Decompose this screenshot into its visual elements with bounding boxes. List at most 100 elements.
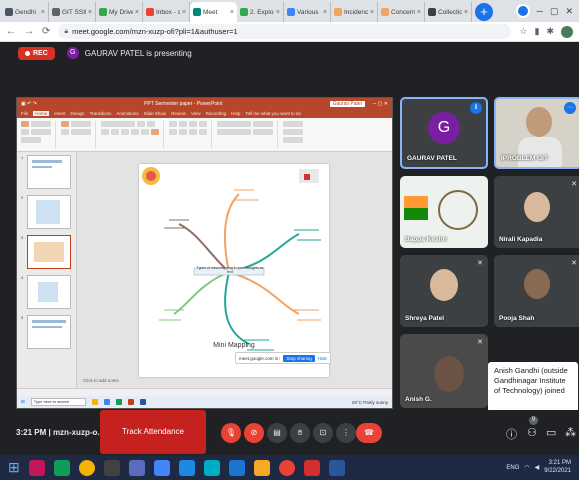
presenting-indicator: G GAURAV PATEL is presenting (66, 47, 192, 59)
browser-tab[interactable]: My Drive × (96, 2, 143, 22)
ppt-menu-item[interactable]: Tell me what you want to do (245, 111, 301, 116)
participant-avatar-photo (524, 269, 550, 299)
terminal-icon[interactable] (103, 459, 120, 476)
close-icon[interactable]: ✕ (565, 6, 573, 17)
chrome-active-icon[interactable] (278, 459, 295, 476)
camera-toggle-button[interactable]: ⊘ (244, 423, 264, 443)
browser-tab[interactable]: Gendhi × (2, 2, 49, 22)
system-clock[interactable]: 3:21 PM 9/22/2021 (544, 460, 571, 474)
store-icon[interactable] (228, 459, 245, 476)
shared-powerpoint-icon (127, 399, 134, 405)
star-icon[interactable]: ☆ (519, 26, 527, 37)
more-vert-icon: ⋮ (342, 428, 350, 437)
tab-close-icon[interactable]: × (88, 9, 92, 16)
edge-icon[interactable] (178, 459, 195, 476)
ppt-menu-item[interactable]: Slide Show (144, 111, 167, 116)
screen-share-notice: meet.google.com is sharing your screen. … (235, 352, 331, 364)
slide-thumbnail[interactable]: 4 (21, 275, 72, 309)
participant-tile[interactable]: ✕ Anish G. (400, 334, 488, 408)
shared-search-box: Type here to search (30, 398, 86, 406)
participant-tile[interactable]: ✕ Nirali Kapadia (494, 176, 579, 248)
slide-thumbnail[interactable]: 5 (21, 315, 72, 349)
ppt-menu-item[interactable]: File (21, 111, 28, 116)
wifi-icon[interactable]: ◠ (524, 464, 529, 471)
stop-sharing-button[interactable]: Stop sharing (283, 354, 315, 362)
profile-avatar[interactable] (561, 25, 573, 38)
leave-call-button[interactable]: ☎︎ (356, 423, 382, 443)
ppt-menu-item[interactable]: Transitions (90, 111, 112, 116)
hide-button[interactable]: Hide (318, 356, 327, 361)
tab-close-icon[interactable]: × (41, 9, 45, 16)
acrobat-icon[interactable] (303, 459, 320, 476)
browser-tab[interactable]: Incidenc × (331, 2, 378, 22)
tab-close-icon[interactable]: × (276, 9, 280, 16)
present-button[interactable]: ⊡ (313, 423, 333, 443)
word-doc-icon[interactable] (328, 459, 345, 476)
browser-tab[interactable]: Collectio × (425, 2, 472, 22)
ppt-menu-item[interactable]: Help (231, 111, 240, 116)
participant-tile[interactable]: ✕ Shreya Patel (400, 255, 488, 327)
browser-tab[interactable]: Meet × (190, 2, 237, 22)
browser-tab[interactable]: Inbox - s × (143, 2, 190, 22)
word-icon[interactable] (153, 459, 170, 476)
new-tab-button[interactable]: + (475, 3, 493, 21)
windows-start-icon[interactable]: ⊞ (8, 459, 20, 476)
excel-icon[interactable] (53, 459, 70, 476)
participant-tile[interactable]: ⋯ IPROBLEM GIT (494, 97, 579, 169)
reload-icon[interactable]: ⟳ (42, 26, 50, 37)
tab-close-icon[interactable]: × (323, 9, 327, 16)
language-indicator[interactable]: ENG (506, 465, 519, 471)
browser-tab[interactable]: GIT SSIP× (49, 2, 96, 22)
powerpoint-title: PPT Sermester paper - PowerPoint (144, 100, 223, 107)
tab-close-icon[interactable]: × (230, 9, 234, 16)
onenote-icon[interactable] (128, 459, 145, 476)
current-slide[interactable]: Types of mind mapping in your thoughts a… (139, 164, 329, 377)
back-icon[interactable]: ← (6, 26, 16, 37)
chrome-icon[interactable] (78, 459, 95, 476)
extension-icon[interactable]: ▮ (535, 26, 540, 37)
url-field[interactable]: 🔒︎ meet.google.com/mzn-xuzp-ofi?pli=1&au… (58, 24, 512, 39)
tab-close-icon[interactable]: × (370, 9, 374, 16)
activities-icon[interactable]: ⁂ (565, 426, 576, 439)
puzzle-icon[interactable]: ✱ (546, 26, 554, 37)
tab-close-icon[interactable]: × (135, 9, 139, 16)
chat-icon[interactable]: ▭ (546, 426, 556, 439)
tab-close-icon[interactable]: × (182, 9, 186, 16)
slide-thumbnail[interactable]: 1 (21, 155, 72, 189)
ppt-menu-item[interactable]: Animations (116, 111, 138, 116)
browser-tab[interactable]: Various × (284, 2, 331, 22)
app-icon-m[interactable] (28, 459, 45, 476)
outlook-icon[interactable] (203, 459, 220, 476)
browser-tab[interactable]: 2. Explor × (237, 2, 284, 22)
slide-thumbnail-selected[interactable]: 3 (21, 235, 72, 269)
participant-video (434, 356, 464, 392)
ppt-menu-item[interactable]: Review (171, 111, 186, 116)
track-attendance-button[interactable]: Track Attendance (100, 410, 206, 454)
ppt-menu-item[interactable]: Recording (206, 111, 227, 116)
ppt-menu-item[interactable]: Design (71, 111, 85, 116)
browser-tab[interactable]: Concerns× (378, 2, 425, 22)
raise-hand-button[interactable]: ✋︎ (290, 423, 310, 443)
folder-icon[interactable] (253, 459, 270, 476)
maximize-icon[interactable]: ▢ (550, 6, 559, 17)
info-icon[interactable]: ⓘ (506, 426, 517, 442)
ppt-menu-item[interactable]: Home (33, 111, 50, 116)
participant-tile[interactable]: ✕ Pooja Shah (494, 255, 579, 327)
ppt-menu-item[interactable]: Insert (54, 111, 65, 116)
notes-pane[interactable]: Click to add notes (77, 378, 392, 388)
record-indicator-icon[interactable] (515, 4, 530, 18)
participant-tile[interactable]: G ⦀ GAURAV PATEL (400, 97, 488, 169)
mic-toggle-button[interactable]: 🎙︎ (221, 423, 241, 443)
tab-close-icon[interactable]: × (417, 9, 421, 16)
more-options-button[interactable]: ⋮ (336, 423, 356, 443)
tab-label: My Drive (109, 8, 133, 16)
participant-tile[interactable]: ✕ Bappa Keshri (400, 176, 488, 248)
slide-thumbnail[interactable]: 2 (21, 195, 72, 229)
captions-button[interactable]: ▤ (267, 423, 287, 443)
volume-icon[interactable]: ◀︎ (535, 464, 540, 471)
forward-icon[interactable]: → (24, 26, 34, 37)
minimize-icon[interactable]: ─ (537, 6, 543, 16)
people-button[interactable]: ⚇ 9 (527, 416, 538, 439)
ppt-menu-item[interactable]: View (191, 111, 201, 116)
tab-close-icon[interactable]: × (464, 9, 468, 16)
